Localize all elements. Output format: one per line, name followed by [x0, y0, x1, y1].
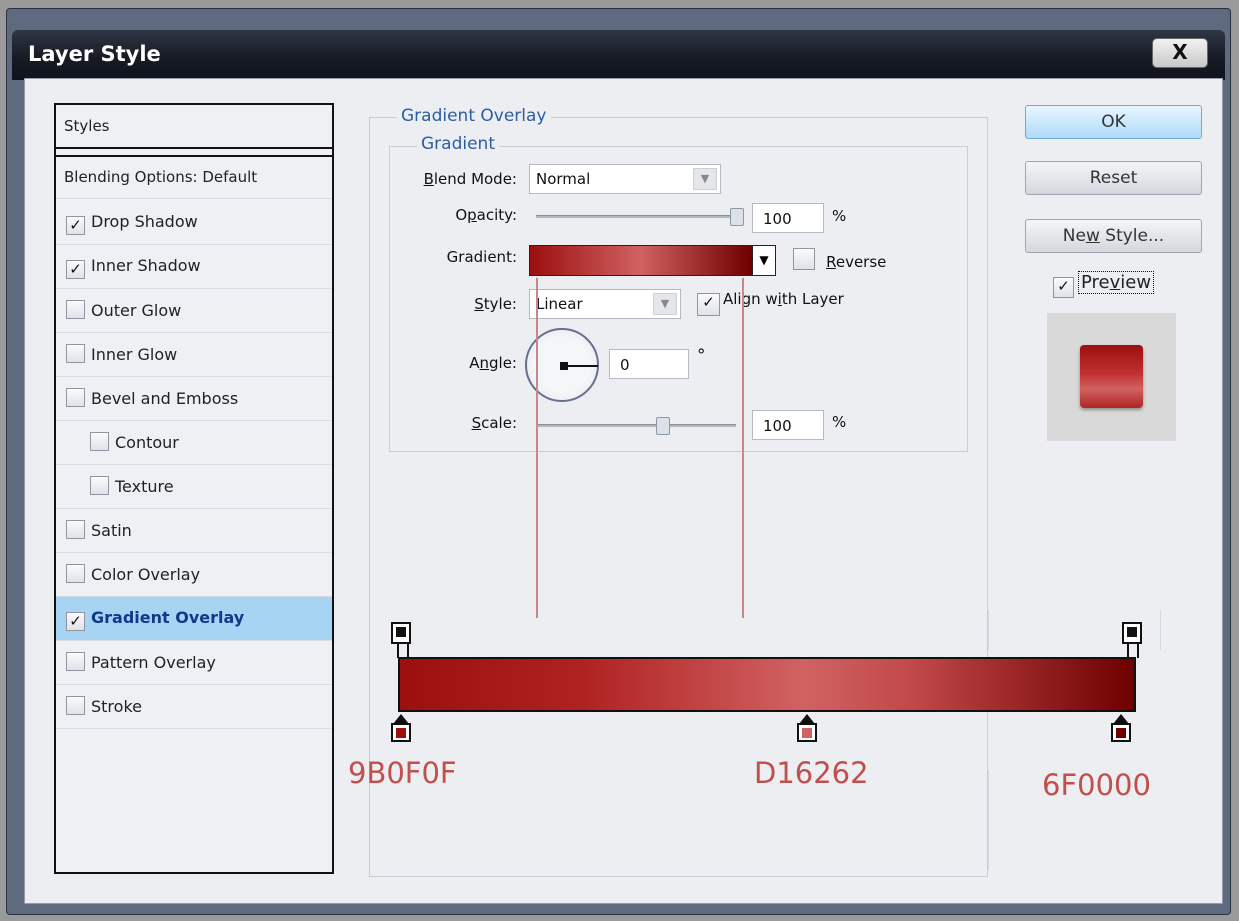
- style-item-contour[interactable]: Contour: [56, 421, 332, 465]
- stop-connector: [397, 642, 409, 658]
- gradient-legend: Gradient: [417, 134, 499, 154]
- blending-options-label: Blending Options: Default: [64, 168, 258, 186]
- style-item-bevel-and-emboss[interactable]: Bevel and Emboss: [56, 377, 332, 421]
- reverse-checkbox[interactable]: Reverse: [793, 248, 886, 271]
- blending-options-item[interactable]: Blending Options: Default: [56, 155, 332, 199]
- style-item-label: Gradient Overlay: [91, 608, 245, 627]
- stop-hex-label-left: 9B0F0F: [348, 756, 457, 790]
- style-item-inner-shadow[interactable]: ✓ Inner Shadow: [56, 245, 332, 289]
- styles-header[interactable]: Styles: [56, 105, 332, 149]
- preview-checkbox-box[interactable]: ✓: [1053, 277, 1074, 298]
- style-item-drop-shadow[interactable]: ✓ Drop Shadow: [56, 201, 332, 245]
- gradient-picker-swatch[interactable]: [529, 245, 752, 276]
- checkbox-icon[interactable]: [66, 652, 85, 671]
- opacity-label: Opacity:: [455, 206, 517, 224]
- separator: [1160, 610, 1161, 650]
- dropdown-arrow-icon: ▼: [693, 168, 717, 190]
- checkbox-icon[interactable]: [66, 344, 85, 363]
- separator: [988, 770, 989, 870]
- color-stop-middle[interactable]: [797, 714, 817, 742]
- blend-mode-value: Normal: [536, 170, 591, 188]
- align-with-layer-checkbox[interactable]: ✓ Align with Layer: [697, 290, 844, 316]
- style-item-label: Color Overlay: [91, 565, 201, 584]
- gradient-overlay-legend: Gradient Overlay: [397, 106, 551, 126]
- style-item-gradient-overlay[interactable]: ✓ Gradient Overlay: [56, 597, 332, 641]
- color-stop-right[interactable]: [1111, 714, 1131, 742]
- style-select[interactable]: Linear ▼: [529, 289, 681, 319]
- scale-input[interactable]: 100: [752, 410, 824, 440]
- style-preview-swatch: [1080, 345, 1143, 408]
- style-item-inner-glow[interactable]: Inner Glow: [56, 333, 332, 377]
- style-item-label: Drop Shadow: [91, 212, 198, 231]
- checkbox-icon[interactable]: [66, 696, 85, 715]
- style-label: Style:: [474, 295, 517, 313]
- gradient-dropdown-arrow-icon[interactable]: ▼: [752, 245, 776, 276]
- scale-slider-track[interactable]: [536, 424, 736, 427]
- opacity-unit: %: [832, 207, 847, 225]
- opacity-slider-thumb[interactable]: [730, 208, 744, 226]
- angle-label: Angle:: [469, 354, 517, 372]
- scale-unit: %: [832, 413, 847, 431]
- angle-dial-center: [560, 362, 568, 370]
- new-style-button[interactable]: New Style...: [1025, 219, 1202, 253]
- guide-line: [536, 278, 538, 618]
- ok-button[interactable]: OK: [1025, 105, 1202, 139]
- style-item-pattern-overlay[interactable]: Pattern Overlay: [56, 641, 332, 685]
- scale-slider-thumb[interactable]: [656, 417, 670, 435]
- checkbox-icon[interactable]: [66, 520, 85, 539]
- style-item-label: Inner Glow: [91, 345, 178, 364]
- angle-input[interactable]: 0: [609, 349, 689, 379]
- blend-mode-label: Blend Mode:: [423, 170, 517, 188]
- style-value: Linear: [536, 295, 583, 313]
- opacity-stop-left[interactable]: [391, 622, 411, 644]
- style-item-label: Inner Shadow: [91, 256, 201, 275]
- stop-hex-label-right: 6F0000: [1042, 768, 1151, 802]
- stop-connector: [1127, 642, 1139, 658]
- opacity-input[interactable]: 100: [752, 203, 824, 233]
- checkbox-icon[interactable]: ✓: [66, 260, 85, 279]
- checkbox-icon[interactable]: [66, 300, 85, 319]
- reset-button[interactable]: Reset: [1025, 161, 1202, 195]
- preview-label: Preview: [1078, 271, 1155, 294]
- checkbox-icon[interactable]: ✓: [66, 612, 85, 631]
- style-item-label: Bevel and Emboss: [91, 389, 239, 408]
- opacity-stop-right[interactable]: [1122, 622, 1142, 644]
- gradient-label: Gradient:: [446, 248, 517, 266]
- style-item-label: Satin: [91, 521, 132, 540]
- stop-hex-label-middle: D16262: [754, 756, 869, 790]
- style-item-label: Contour: [115, 433, 179, 452]
- separator: [988, 610, 989, 650]
- guide-line: [742, 278, 744, 618]
- style-item-label: Pattern Overlay: [91, 653, 216, 672]
- title-bar[interactable]: [12, 30, 1225, 80]
- style-item-label: Outer Glow: [91, 301, 182, 320]
- align-checkbox-box[interactable]: ✓: [697, 293, 720, 316]
- checkbox-icon[interactable]: [90, 476, 109, 495]
- reverse-checkbox-box[interactable]: [793, 248, 815, 270]
- style-item-outer-glow[interactable]: Outer Glow: [56, 289, 332, 333]
- gradient-editor-bar[interactable]: [398, 657, 1136, 712]
- blend-mode-select[interactable]: Normal ▼: [529, 164, 721, 194]
- dialog-title: Layer Style: [28, 42, 161, 66]
- dropdown-arrow-icon: ▼: [653, 293, 677, 315]
- opacity-slider-track[interactable]: [536, 215, 744, 218]
- checkbox-icon[interactable]: [66, 388, 85, 407]
- checkbox-icon[interactable]: [66, 564, 85, 583]
- style-item-satin[interactable]: Satin: [56, 509, 332, 553]
- close-button[interactable]: X: [1152, 38, 1208, 68]
- angle-unit: °: [697, 346, 706, 366]
- reverse-label: Reverse: [826, 253, 887, 271]
- style-item-texture[interactable]: Texture: [56, 465, 332, 509]
- styles-list: Styles Blending Options: Default ✓ Drop S…: [54, 103, 334, 874]
- checkbox-icon[interactable]: [90, 432, 109, 451]
- preview-checkbox[interactable]: ✓ Preview: [1053, 271, 1155, 298]
- checkbox-icon[interactable]: ✓: [66, 216, 85, 235]
- style-item-color-overlay[interactable]: Color Overlay: [56, 553, 332, 597]
- angle-dial-hand: [565, 365, 598, 367]
- style-item-label: Stroke: [91, 697, 142, 716]
- color-stop-left[interactable]: [391, 714, 411, 742]
- scale-label: Scale:: [471, 414, 517, 432]
- style-item-label: Texture: [115, 477, 174, 496]
- style-item-stroke[interactable]: Stroke: [56, 685, 332, 729]
